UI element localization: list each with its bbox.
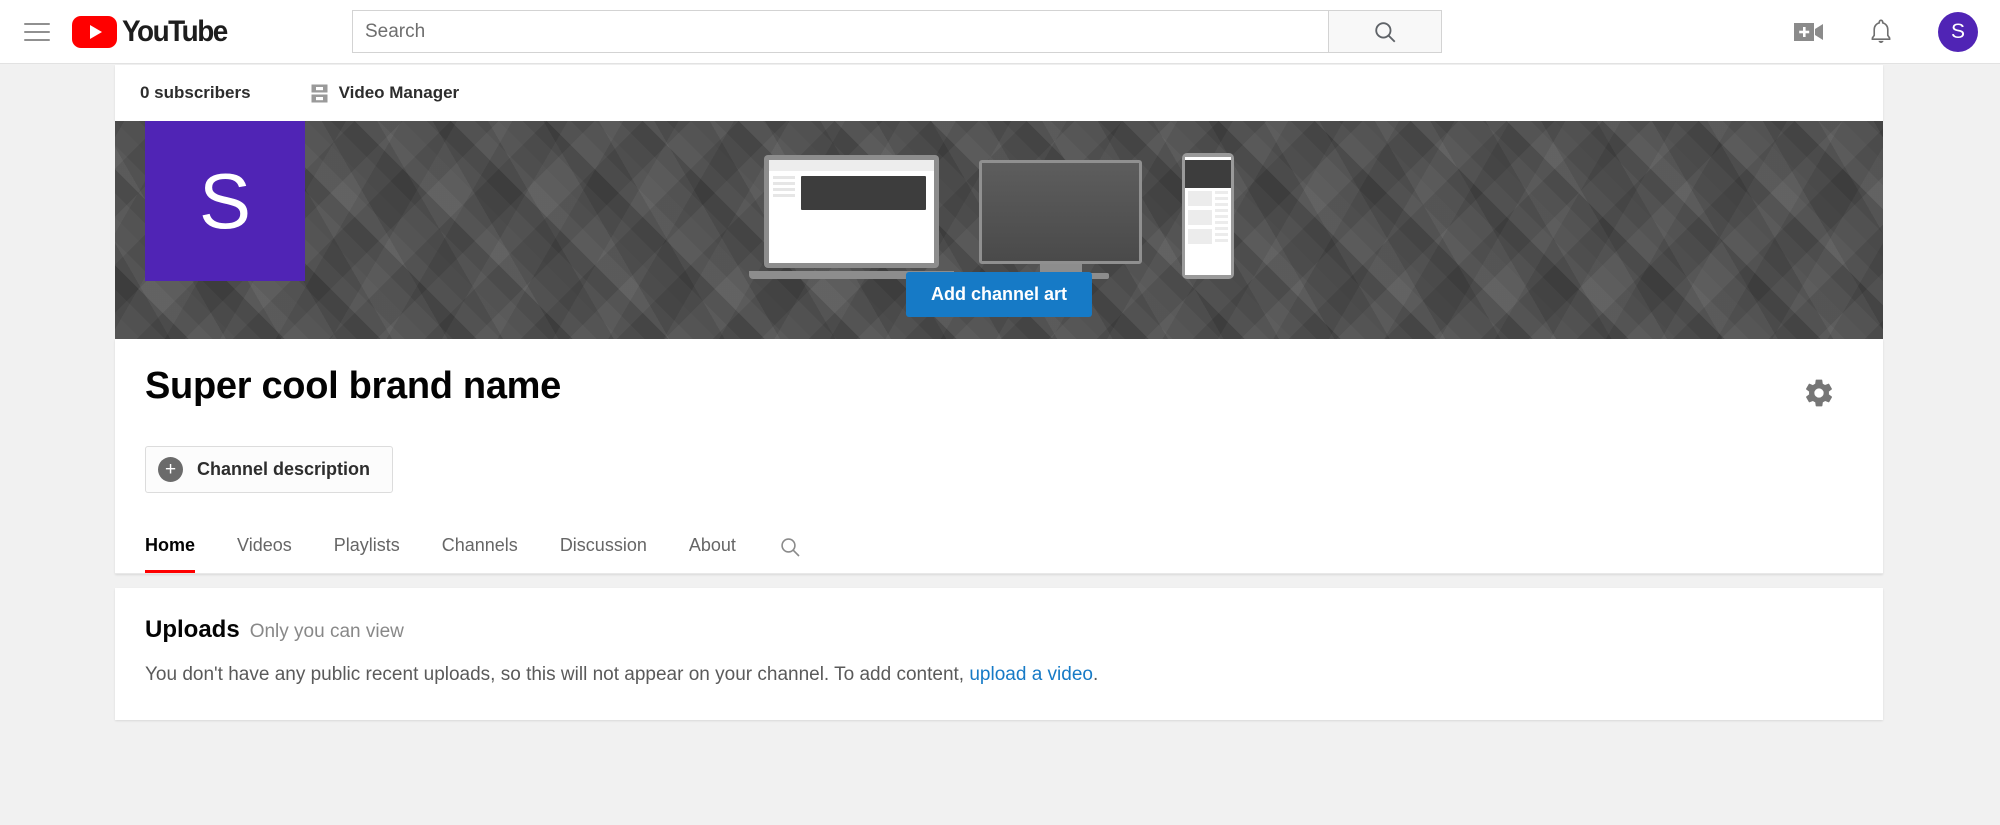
search-icon <box>1372 19 1398 45</box>
uploads-message-period: . <box>1093 664 1098 685</box>
video-manager-link[interactable]: Video Manager <box>311 83 460 103</box>
plus-circle-icon: + <box>158 457 183 482</box>
channel-title: Super cool brand name <box>145 365 1853 408</box>
tab-videos[interactable]: Videos <box>237 523 292 573</box>
add-channel-art-button[interactable]: Add channel art <box>906 272 1092 317</box>
upload-video-button[interactable] <box>1794 21 1824 43</box>
video-camera-plus-icon <box>1794 21 1824 43</box>
uploads-empty-message: You don't have any public recent uploads… <box>145 664 1853 686</box>
youtube-logo[interactable]: YouTube <box>72 15 235 49</box>
channel-description-button[interactable]: + Channel description <box>145 446 393 493</box>
channel-page: 0 subscribers Video Manager S <box>115 65 1883 720</box>
search-input[interactable] <box>352 10 1328 53</box>
channel-settings-button[interactable] <box>1803 377 1835 414</box>
channel-tabs: Home Videos Playlists Channels Discussio… <box>115 523 1883 574</box>
phone-mockup-icon <box>1182 153 1234 279</box>
television-mockup-icon <box>979 160 1142 279</box>
channel-description-label: Channel description <box>197 459 370 480</box>
upload-a-video-link[interactable]: upload a video <box>969 664 1093 685</box>
search-icon <box>778 535 802 559</box>
uploads-title: Uploads <box>145 616 240 644</box>
uploads-header: Uploads Only you can view <box>145 616 1853 644</box>
youtube-play-icon <box>72 16 117 48</box>
notifications-button[interactable] <box>1868 18 1894 46</box>
masthead: YouTube S <box>0 0 2000 64</box>
uploads-visibility: Only you can view <box>250 621 404 643</box>
channel-banner[interactable]: S <box>115 121 1883 339</box>
channel-subscriber-strip: 0 subscribers Video Manager <box>115 65 1883 121</box>
tab-discussion[interactable]: Discussion <box>560 523 647 573</box>
gear-icon <box>1803 377 1835 409</box>
tab-about[interactable]: About <box>689 523 736 573</box>
tab-channels[interactable]: Channels <box>442 523 518 573</box>
search-bar <box>352 10 1442 53</box>
tab-home[interactable]: Home <box>145 523 195 573</box>
account-avatar[interactable]: S <box>1938 12 1978 52</box>
youtube-logo-text: YouTube <box>122 15 227 49</box>
uploads-message-text: You don't have any public recent uploads… <box>145 664 969 685</box>
video-manager-icon <box>311 84 328 103</box>
laptop-mockup-icon <box>764 155 939 279</box>
bell-icon <box>1868 18 1894 46</box>
subscriber-count: 0 subscribers <box>140 83 251 103</box>
channel-header-card: Super cool brand name + Channel descript… <box>115 339 1883 574</box>
video-manager-label: Video Manager <box>339 83 460 103</box>
tab-playlists[interactable]: Playlists <box>334 523 400 573</box>
channel-search-button[interactable] <box>778 535 802 573</box>
search-submit-button[interactable] <box>1328 10 1442 53</box>
masthead-actions: S <box>1794 0 1978 64</box>
device-preview-group <box>115 153 1883 279</box>
hamburger-menu-icon[interactable] <box>24 23 50 41</box>
uploads-section: Uploads Only you can view You don't have… <box>115 588 1883 720</box>
channel-header: Super cool brand name + Channel descript… <box>115 339 1883 493</box>
